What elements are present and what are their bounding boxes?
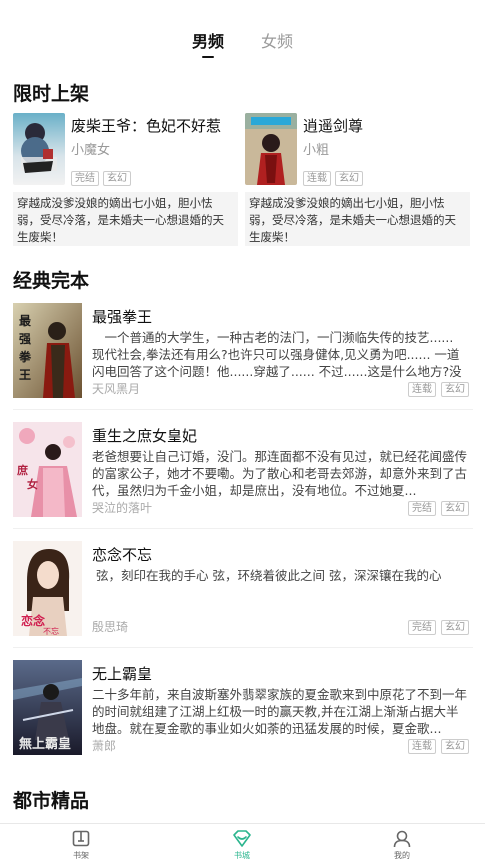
divider (13, 647, 473, 648)
nav-label-bookstore: 书城 (234, 851, 250, 860)
genre-tag: 玄幻 (335, 171, 363, 186)
genre-tag: 玄幻 (441, 382, 469, 397)
svg-text:無上霸皇: 無上霸皇 (19, 736, 71, 752)
book-tags: 连载 玄幻 (303, 166, 367, 186)
nav-item-bookstore[interactable]: 书城 (212, 829, 272, 861)
book-author: 萧郎 (92, 739, 117, 753)
book-description: 老爸想要让自己订婚，没门。那连面都不没有见过，就已经花闻盛传的富家公子，她才不要… (92, 449, 468, 498)
section-title-classic: 经典完本 (13, 270, 90, 292)
tab-male-label: 男频 (191, 32, 224, 51)
book-title: 恋念不忘 (92, 546, 153, 564)
svg-text:庶: 庶 (17, 463, 28, 477)
tab-female-label: 女频 (261, 32, 294, 51)
status-tag: 完结 (408, 620, 436, 635)
list-item[interactable]: 恋念 不忘 恋念不忘 弦，刻印在我的手心 弦，环绕着彼此之间 弦，深深镶在我的心… (13, 541, 473, 641)
tab-female[interactable]: 女频 (261, 28, 293, 58)
list-item[interactable]: 最 强 拳 王 最强拳王 一个普通的大学生，一种古老的法门，一门濒临失传的技艺.… (13, 303, 473, 403)
genre-tag: 玄幻 (441, 739, 469, 754)
status-tag: 完结 (71, 171, 99, 186)
book-author: 天风黑月 (92, 382, 141, 396)
section-title-urban: 都市精品 (13, 790, 90, 812)
book-description: 一个普通的大学生，一种古老的法门，一门濒临失传的技艺...... 现代社会,拳法… (92, 330, 462, 379)
book-title: 废柴王爷：色妃不好惹 (71, 117, 222, 135)
nav-item-profile[interactable]: 我的 (372, 829, 432, 861)
book-title: 重生之庶女皇妃 (92, 427, 198, 445)
book-author: 哭泣的落叶 (92, 501, 153, 515)
limited-book-card[interactable]: 逍遥剑尊 小粗 连载 玄幻 穿越成没爹没娘的嫡出七小姐，胆小怯弱，受尽冷落，是未婚… (245, 113, 470, 246)
book-cover (13, 113, 65, 185)
book-tags: 完结 玄幻 (403, 615, 469, 635)
nav-label-profile: 我的 (394, 851, 410, 860)
divider (13, 409, 473, 410)
book-title: 无上霸皇 (92, 665, 153, 683)
book-description: 弦，刻印在我的手心 弦，环绕着彼此之间 弦，深深镶在我的心 (96, 568, 442, 583)
book-title: 逍遥剑尊 (303, 117, 364, 135)
limited-book-card[interactable]: 废柴王爷：色妃不好惹 小魔女 完结 玄幻 穿越成没爹没娘的嫡出七小姐，胆小怯弱，受… (13, 113, 238, 246)
book-author: 小魔女 (71, 143, 111, 158)
book-cover: 恋念 不忘 (13, 541, 82, 636)
active-tab-indicator (201, 56, 214, 58)
book-cover: 最 强 拳 王 (13, 303, 82, 398)
list-item[interactable]: 無上霸皇 无上霸皇 二十多年前，来自波斯塞外翡翠家族的夏金歌来到中原花了不到一年… (13, 660, 473, 760)
bottom-nav: 书架 书城 我的 (0, 823, 485, 863)
bookstore-icon (233, 830, 251, 847)
svg-text:恋念: 恋念 (21, 613, 45, 628)
status-tag: 完结 (408, 501, 436, 516)
book-tags: 完结 玄幻 (71, 166, 135, 186)
book-cover: 庶 女 (13, 422, 82, 517)
gender-tabs: 男频 女频 (0, 28, 485, 58)
status-tag: 连载 (303, 171, 331, 186)
book-title: 最强拳王 (92, 308, 153, 326)
bookshelf-icon (72, 830, 90, 847)
genre-tag: 玄幻 (441, 501, 469, 516)
nav-item-bookshelf[interactable]: 书架 (51, 829, 111, 861)
nav-label-bookshelf: 书架 (73, 851, 89, 860)
book-description: 二十多年前，来自波斯塞外翡翠家族的夏金歌来到中原花了不到一年的时间就组建了江湖上… (92, 687, 468, 736)
profile-icon (393, 830, 411, 848)
svg-text:强: 强 (19, 332, 31, 346)
svg-text:不忘: 不忘 (43, 626, 59, 636)
book-cover (245, 113, 297, 185)
section-title-limited: 限时上架 (13, 83, 90, 105)
svg-text:女: 女 (27, 477, 38, 491)
book-cover: 無上霸皇 (13, 660, 82, 755)
genre-tag: 玄幻 (103, 171, 131, 186)
book-author: 小粗 (303, 143, 330, 158)
book-author: 殷思琦 (92, 620, 129, 634)
status-tag: 连载 (408, 382, 436, 397)
book-tags: 连载 玄幻 (403, 734, 469, 754)
svg-text:拳: 拳 (18, 349, 32, 364)
genre-tag: 玄幻 (441, 620, 469, 635)
book-description: 穿越成没爹没娘的嫡出七小姐，胆小怯弱，受尽冷落，是未婚夫一心想退婚的天生废柴！ (13, 192, 238, 246)
svg-text:最: 最 (19, 314, 32, 328)
divider (13, 528, 473, 529)
status-tag: 连载 (408, 739, 436, 754)
book-tags: 连载 玄幻 (403, 377, 469, 397)
list-item[interactable]: 庶 女 重生之庶女皇妃 老爸想要让自己订婚，没门。那连面都不没有见过，就已经花闻… (13, 422, 473, 522)
book-description: 穿越成没爹没娘的嫡出七小姐，胆小怯弱，受尽冷落，是未婚夫一心想退婚的天生废柴！ (245, 192, 470, 246)
tab-male[interactable]: 男频 (192, 28, 224, 58)
book-tags: 完结 玄幻 (403, 496, 469, 516)
svg-text:王: 王 (19, 368, 31, 382)
